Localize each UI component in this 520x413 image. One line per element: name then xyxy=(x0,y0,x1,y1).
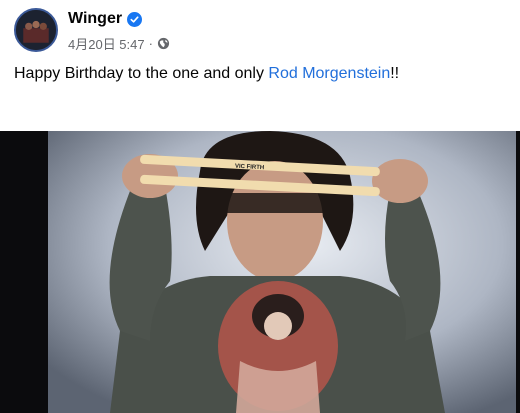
mention-link[interactable]: Rod Morgenstein xyxy=(268,65,390,82)
avatar-image xyxy=(16,10,56,50)
globe-icon[interactable] xyxy=(157,37,170,50)
meta-separator: · xyxy=(148,36,153,51)
post-photo[interactable]: VIC FIRTH xyxy=(0,131,520,413)
post-text-before: Happy Birthday to the one and only xyxy=(14,65,269,82)
post-text-after: !! xyxy=(390,65,400,82)
verified-badge-icon xyxy=(127,11,143,27)
post-header: Winger 4月20日 5:47 · xyxy=(14,8,514,54)
page-avatar[interactable] xyxy=(14,8,58,52)
page-name-label[interactable]: Winger xyxy=(68,10,122,28)
post-meta: 4月20日 5:47 · xyxy=(68,34,170,53)
post-timestamp[interactable]: 4月20日 5:47 xyxy=(68,34,145,53)
post-text: Happy Birthday to the one and only Rod M… xyxy=(14,64,399,84)
page-name[interactable]: Winger xyxy=(68,10,143,28)
photo-image: VIC FIRTH xyxy=(0,131,520,413)
